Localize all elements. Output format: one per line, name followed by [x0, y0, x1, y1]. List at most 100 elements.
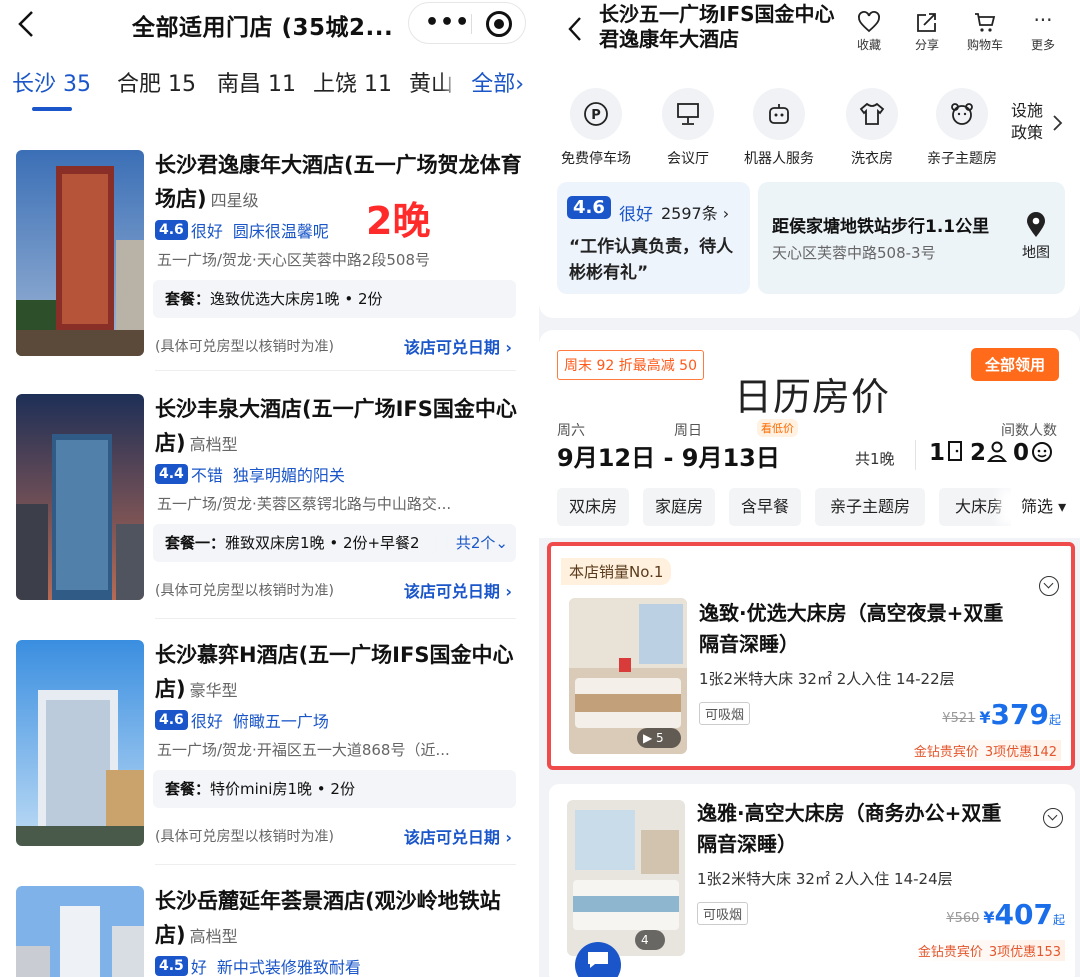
checkin-weekday: 周六: [557, 423, 585, 439]
tab-shangrao[interactable]: 上饶 11: [313, 66, 392, 98]
hotel-name[interactable]: 长沙慕弈H酒店(五一广场IFS国金中心店) 豪华型: [155, 638, 525, 708]
expand-chevron-icon[interactable]: [1043, 808, 1063, 828]
package-row[interactable]: 套餐一：雅致双床房1晚 • 2份+早餐2 共2个⌄: [153, 524, 516, 562]
tab-hefei[interactable]: 合肥 15: [117, 66, 196, 98]
vip-discount[interactable]: 金钻贵宾价 3项优惠142: [909, 740, 1061, 761]
hotel-photo: [16, 886, 144, 977]
review-quote: “工作认真负责，待人彬彬有礼”: [569, 237, 734, 283]
hotel-rating: 4.4 不错 独享明媚的阳关: [155, 462, 345, 486]
package-text: 雅致双床房1晚 • 2份+早餐2: [225, 534, 420, 552]
tab-nanchang[interactable]: 南昌 11: [217, 66, 296, 98]
hotel-card[interactable]: 长沙丰泉大酒店(五一广场IFS国金中心店) 高档型 4.4 不错 独享明媚的阳关 五一…: [0, 392, 532, 617]
left-header: 全部适用门店 (35城2... •••: [0, 0, 532, 50]
back-button[interactable]: [567, 16, 583, 46]
facility-meeting-room[interactable]: 会议厅: [651, 88, 725, 168]
share-button[interactable]: 分享: [901, 10, 953, 53]
room-note: (具体可兑房型以核销时为准): [155, 339, 334, 355]
map-button[interactable]: 地图: [1018, 212, 1054, 262]
package-row[interactable]: 套餐：逸致优选大床房1晚 • 2份: [153, 280, 516, 318]
filter-dropdown[interactable]: 筛选 ▾: [1011, 488, 1067, 526]
room-photo[interactable]: ▶ 5: [569, 598, 687, 754]
more-packages-toggle[interactable]: 共2个⌄: [451, 524, 508, 562]
facility-label: 机器人服务: [744, 151, 814, 167]
share-label: 分享: [914, 38, 939, 52]
facility-robot[interactable]: 机器人服务: [735, 88, 823, 168]
filter-chip-twin[interactable]: 双床房: [557, 488, 629, 526]
available-dates-link[interactable]: 该店可兑日期 ›: [404, 824, 512, 848]
hotel-rating: 4.5 好新中式装修雅致耐看: [155, 954, 361, 977]
more-dots-icon[interactable]: •••: [425, 12, 470, 34]
package-row[interactable]: 套餐：特价mini房1晚 • 2份: [153, 770, 516, 808]
video-count-badge: ▶ 5: [637, 728, 681, 748]
filter-chip-family[interactable]: 家庭房: [643, 488, 715, 526]
divider: [155, 618, 516, 619]
close-target-icon[interactable]: [486, 11, 512, 37]
facility-kids-room[interactable]: 亲子主题房: [921, 88, 1003, 168]
room-card[interactable]: 4 逸雅·高空大床房（商务办公+双重隔音深睡） 1张2米特大床 32㎡ 2人入住…: [549, 784, 1075, 977]
date-range-picker[interactable]: 9月12日 - 9月13日: [557, 438, 780, 473]
tab-changsha[interactable]: 长沙 35: [12, 66, 91, 98]
meeting-icon: [677, 103, 699, 125]
annotation-two-nights: 2晚: [366, 199, 431, 243]
hotel-title: 长沙五一广场IFS国金中心君逸康年大酒店: [599, 2, 835, 51]
room-photo[interactable]: 4: [567, 800, 685, 956]
review-tag: 圆床很温馨呢: [232, 222, 329, 241]
room-card[interactable]: 本店销量No.1 ▶ 5 逸致·优选大床房（高空夜景+双重隔音深睡） 1张2米特…: [547, 542, 1075, 770]
chevron-right-icon: [1053, 115, 1063, 131]
rating-level: 不错: [190, 466, 223, 485]
hotel-name[interactable]: 长沙丰泉大酒店(五一广场IFS国金中心店) 高档型: [155, 392, 525, 462]
filter-chip-king[interactable]: 大床房: [939, 488, 1019, 526]
available-dates-link[interactable]: 该店可兑日期 ›: [404, 578, 512, 602]
room-name: 逸雅·高空大床房（商务办公+双重隔音深睡）: [697, 801, 1002, 856]
location-card[interactable]: 距侯家塘地铁站步行1.1公里 天心区芙蓉中路508-3号 地图: [758, 182, 1065, 294]
filter-chip-breakfast[interactable]: 含早餐: [729, 488, 801, 526]
favorite-button[interactable]: 收藏: [843, 10, 895, 53]
facility-label: 洗衣房: [851, 151, 893, 167]
rating-level: 好: [190, 958, 207, 977]
package-text: 逸致优选大床房1晚 • 2份: [210, 290, 383, 308]
review-count: 2597条 ›: [661, 204, 730, 223]
low-price-tag[interactable]: 看低价: [757, 419, 798, 437]
cart-label: 购物车: [966, 38, 1003, 52]
available-dates-link[interactable]: 该店可兑日期 ›: [404, 334, 512, 358]
tab-huangshan[interactable]: 黄山: [409, 66, 453, 98]
hotel-name[interactable]: 长沙君逸康年大酒店(五一广场贺龙体育场店) 四星级: [155, 148, 525, 218]
all-cities-link[interactable]: 全部›: [463, 66, 524, 98]
hotel-card[interactable]: 长沙君逸康年大酒店(五一广场贺龙体育场店) 四星级 4.6 很好 圆床很温馨呢 五一广…: [0, 148, 532, 373]
facility-parking[interactable]: P 免费停车场: [555, 88, 637, 168]
cart-button[interactable]: 购物车: [959, 10, 1011, 53]
currency-symbol: ¥: [979, 708, 991, 727]
divider: [915, 440, 916, 470]
facility-label: 亲子主题房: [927, 151, 997, 167]
back-button[interactable]: [12, 8, 42, 40]
rating-score: 4.5: [155, 956, 188, 976]
hotel-card[interactable]: 长沙岳麓延年荟景酒店(观沙岭地铁站店) 高档型 4.5 好新中式装修雅致耐看: [0, 884, 532, 977]
original-price: ¥560: [946, 911, 980, 926]
hotel-address: 天心区芙蓉中路508-3号: [772, 244, 936, 262]
filter-chip-kids[interactable]: 亲子主题房: [815, 488, 925, 526]
hotel-name[interactable]: 长沙岳麓延年荟景酒店(观沙岭地铁站店) 高档型: [155, 884, 525, 954]
hotel-card[interactable]: 长沙慕弈H酒店(五一广场IFS国金中心店) 豪华型 4.6 很好 俯瞰五一广场 五一广…: [0, 638, 532, 863]
best-seller-badge: 本店销量No.1: [561, 558, 672, 585]
bear-icon: [951, 103, 973, 125]
night-count: 共1晚: [855, 450, 895, 468]
parking-icon: P: [584, 102, 608, 126]
room-spec: 1张2米特大床 32㎡ 2人入住 14-24层: [697, 870, 953, 888]
vip-discount[interactable]: 金钻贵宾价 3项优惠153: [913, 940, 1065, 961]
weekend-promo-badge[interactable]: 周末 92 折最高减 50: [557, 350, 704, 380]
child-count: 0: [1013, 440, 1030, 466]
expand-chevron-icon[interactable]: [1039, 576, 1059, 596]
chat-button[interactable]: [575, 942, 621, 977]
hotel-rating: 4.6 很好 俯瞰五一广场: [155, 708, 329, 732]
package-prefix: 套餐：: [165, 780, 211, 798]
more-button[interactable]: ··· 更多: [1017, 10, 1069, 53]
claim-all-coupons-button[interactable]: 全部领用: [971, 348, 1060, 381]
room-note: (具体可兑房型以核销时为准): [155, 583, 334, 599]
hotel-detail-panel: 长沙五一广场IFS国金中心君逸康年大酒店 收藏 分享 购物车 ··· 更多 P …: [539, 0, 1080, 977]
facility-policy-link[interactable]: 设施 政策: [1011, 100, 1051, 144]
cart-icon: [975, 13, 996, 32]
rooms-guests-picker[interactable]: 120: [929, 440, 1053, 466]
rating-score: 4.6: [155, 220, 188, 240]
facility-laundry[interactable]: 洗衣房: [837, 88, 907, 168]
review-summary-card[interactable]: 4.6 很好 2597条 › “工作认真负责，待人彬彬有礼”: [557, 182, 750, 294]
